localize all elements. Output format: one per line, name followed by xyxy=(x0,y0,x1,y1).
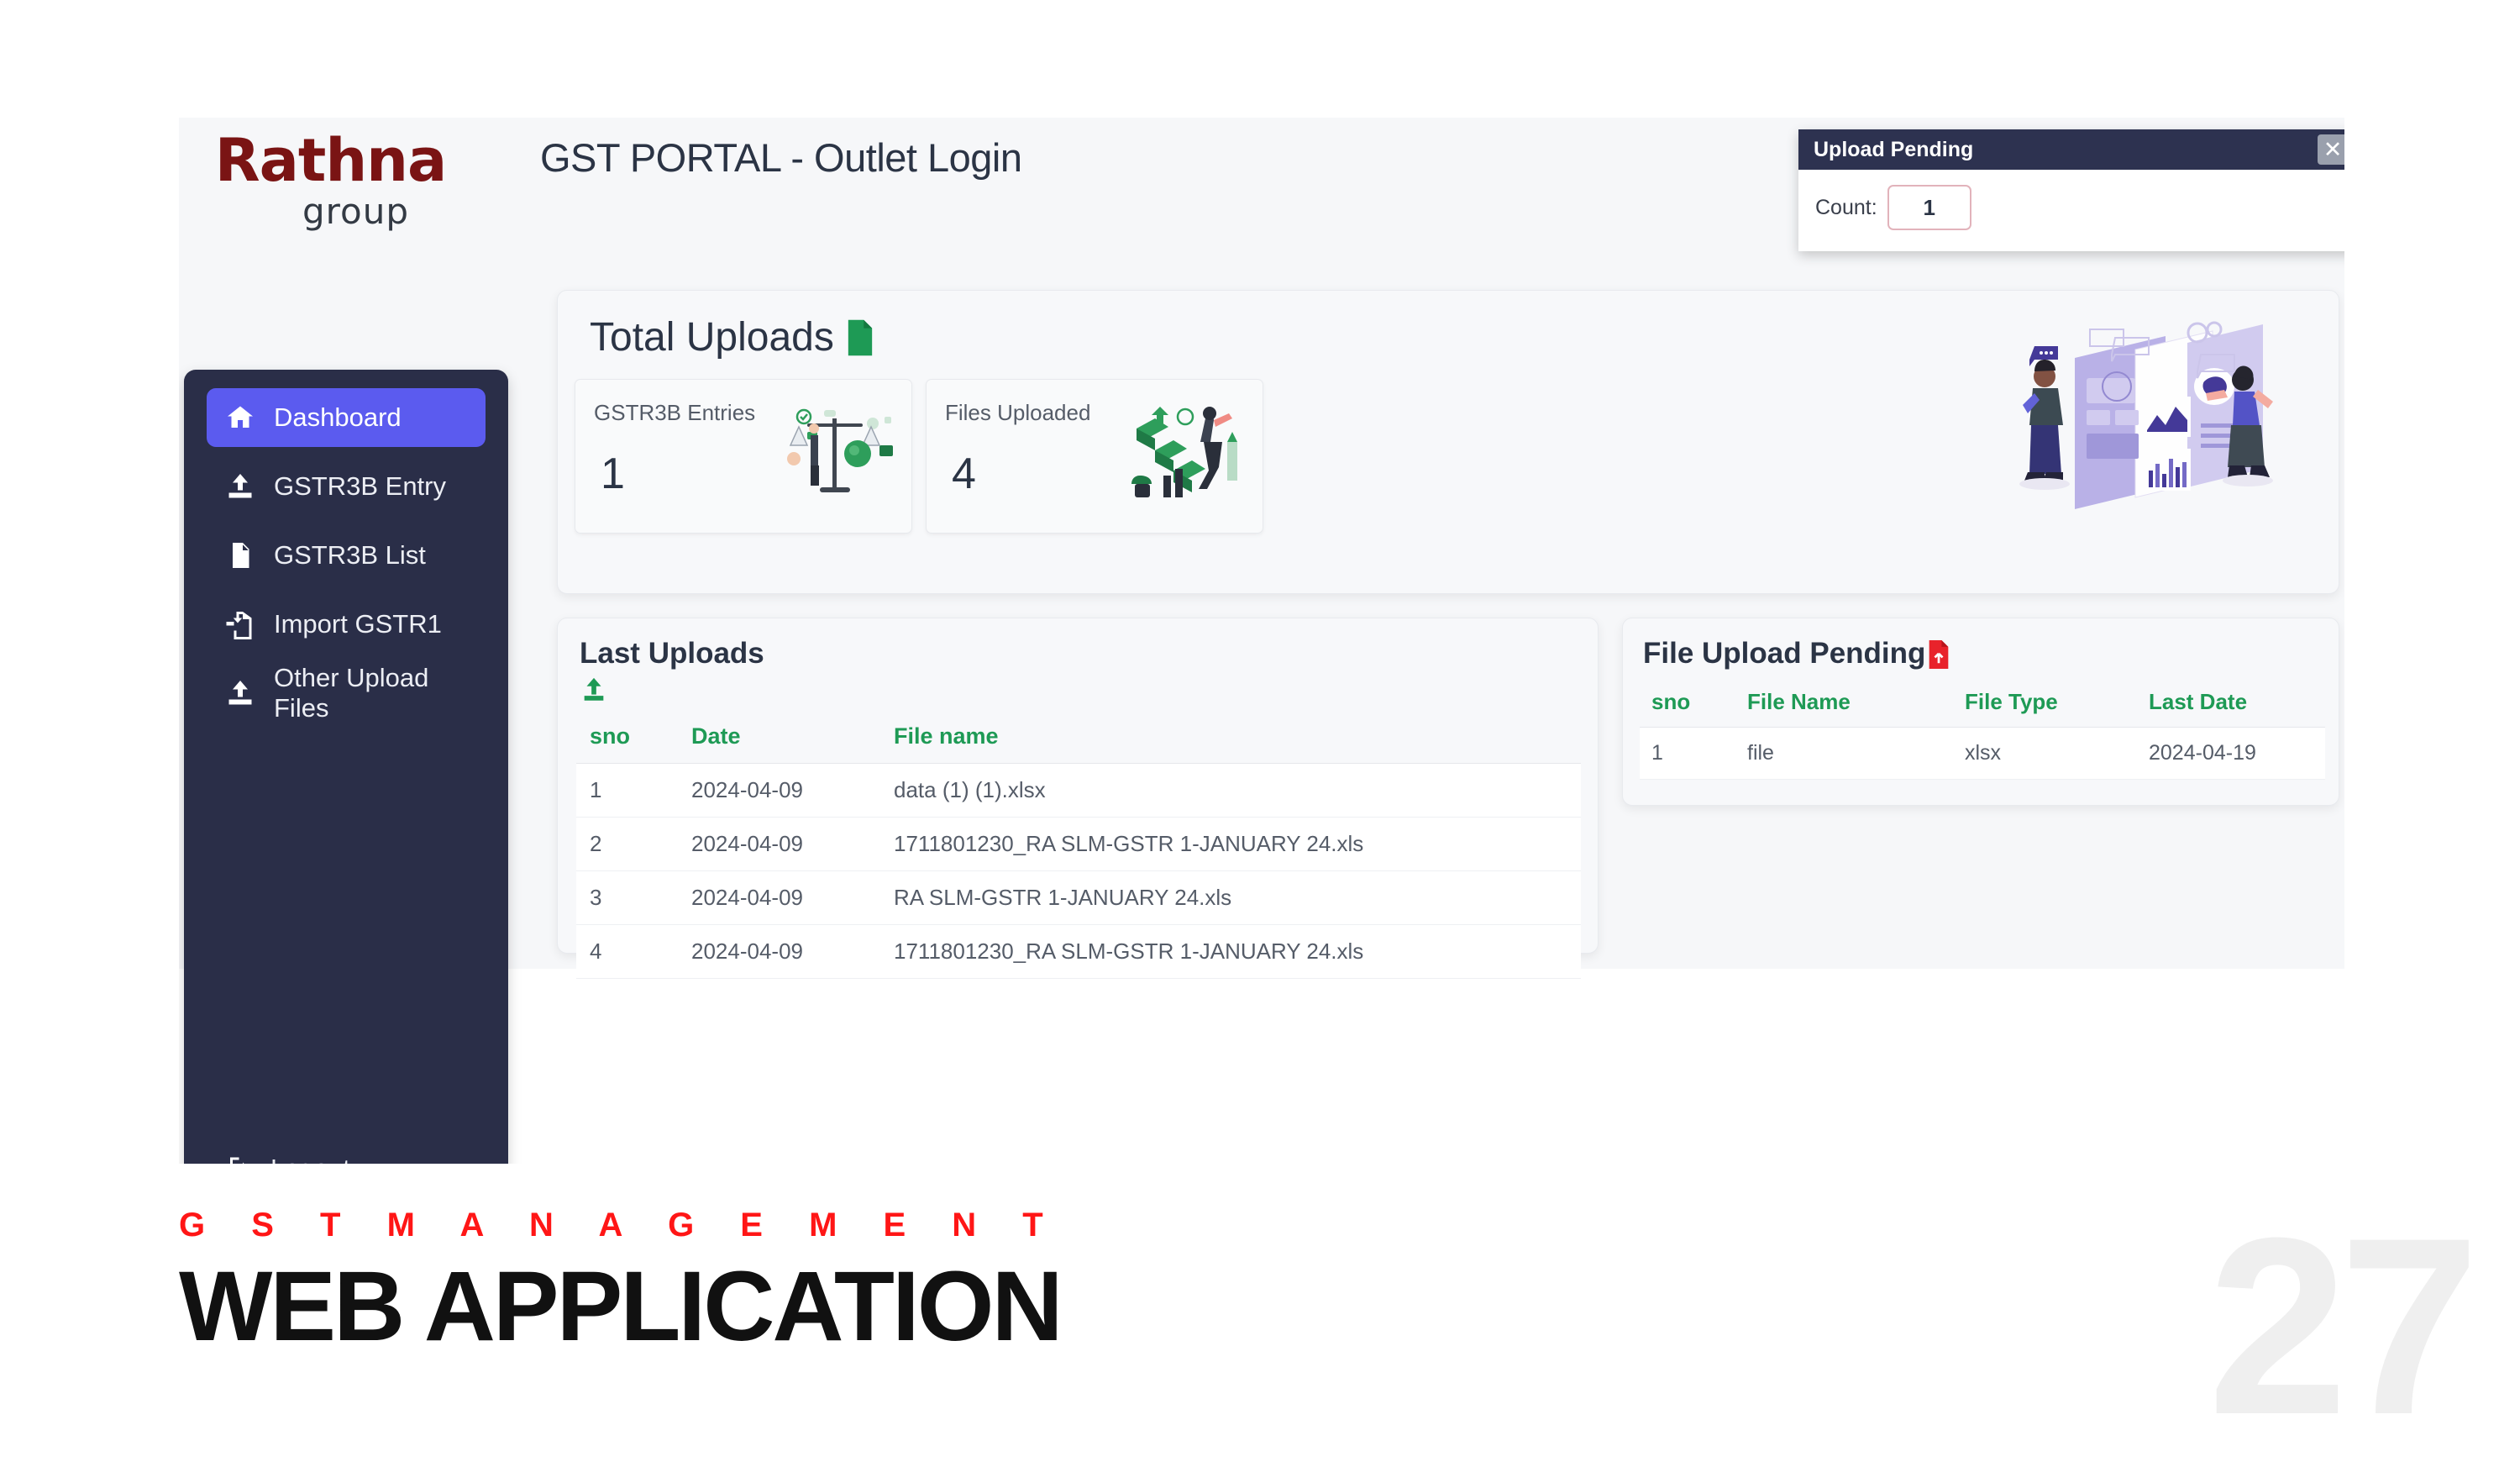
dialog-body: Count: 1 xyxy=(1798,170,2344,230)
slide-page-number: 27 xyxy=(2208,1200,2471,1452)
column-header-file-type: File Type xyxy=(1953,682,2137,728)
count-label: Count: xyxy=(1815,196,1877,220)
sidebar-item-label: GSTR3B Entry xyxy=(274,471,446,502)
total-uploads-card: Total Uploads GSTR3B Entries 1 xyxy=(557,290,2339,594)
cell-file-type: xlsx xyxy=(1953,728,2137,780)
table-row[interactable]: 1 file xlsx 2024-04-19 xyxy=(1640,728,2325,780)
logo-wordmark: Rathna xyxy=(186,133,475,189)
last-uploads-card: Last Uploads sno Date File name 1 2024-0… xyxy=(557,618,1599,954)
logout-button[interactable]: Logout xyxy=(207,1154,350,1164)
sidebar-item-label: Import GSTR1 xyxy=(274,609,442,639)
cell-date: 2024-04-09 xyxy=(678,818,880,871)
sidebar-item-label: Other Upload Files xyxy=(274,663,486,723)
column-header-file-name: File Name xyxy=(1735,682,1953,728)
upload-icon xyxy=(225,471,255,502)
slide-headline: WEB APPLICATION xyxy=(179,1255,1061,1359)
table-row[interactable]: 2 2024-04-09 1711801230_RA SLM-GSTR 1-JA… xyxy=(576,818,1581,871)
close-icon[interactable]: ✕ xyxy=(2318,134,2344,165)
table-header-row: sno File Name File Type Last Date xyxy=(1640,682,2325,728)
sidebar-item-label: Dashboard xyxy=(274,402,402,433)
last-uploads-title: Last Uploads xyxy=(580,637,764,670)
last-uploads-table: sno Date File name 1 2024-04-09 data (1)… xyxy=(576,715,1581,979)
total-uploads-title: Total Uploads xyxy=(590,314,834,360)
cell-sno: 1 xyxy=(1640,728,1735,780)
cell-file-name: data (1) (1).xlsx xyxy=(880,764,1581,818)
cell-sno: 1 xyxy=(576,764,678,818)
page-title: GST PORTAL - Outlet Login xyxy=(540,134,1022,181)
table-row[interactable]: 1 2024-04-09 data (1) (1).xlsx xyxy=(576,764,1581,818)
sidebar-item-dashboard[interactable]: Dashboard xyxy=(207,388,486,447)
cell-date: 2024-04-09 xyxy=(678,925,880,979)
cell-date: 2024-04-09 xyxy=(678,871,880,925)
table-header-row: sno Date File name xyxy=(576,715,1581,764)
cell-file-name: 1711801230_RA SLM-GSTR 1-JANUARY 24.xls xyxy=(880,818,1581,871)
green-document-icon xyxy=(846,319,874,356)
file-upload-pending-title-row: File Upload Pending xyxy=(1643,637,1950,670)
file-icon xyxy=(225,540,255,570)
brand-logo: Rathna group xyxy=(186,133,475,232)
balance-scale-illustration xyxy=(774,398,900,507)
table-row[interactable]: 3 2024-04-09 RA SLM-GSTR 1-JANUARY 24.xl… xyxy=(576,871,1581,925)
total-uploads-title-row: Total Uploads xyxy=(590,314,874,360)
stat-value: 4 xyxy=(952,449,976,499)
green-upload-icon xyxy=(580,676,608,704)
file-import-icon xyxy=(225,609,255,639)
cell-sno: 3 xyxy=(576,871,678,925)
dashboard-analytics-illustration xyxy=(2009,306,2286,533)
logout-label: Logout xyxy=(270,1154,350,1164)
table-row[interactable]: 4 2024-04-09 1711801230_RA SLM-GSTR 1-JA… xyxy=(576,925,1581,979)
upload-pending-dialog: Upload Pending ✕ Count: 1 xyxy=(1798,129,2344,251)
cell-file-name: 1711801230_RA SLM-GSTR 1-JANUARY 24.xls xyxy=(880,925,1581,979)
column-header-date: Date xyxy=(678,715,880,764)
sidebar-item-other-upload-files[interactable]: Other Upload Files xyxy=(207,664,486,723)
stat-card-gstr3b-entries: GSTR3B Entries 1 xyxy=(575,379,912,534)
cell-sno: 4 xyxy=(576,925,678,979)
slide-kicker: G S T M A N A G E M E N T xyxy=(179,1207,1062,1244)
logout-icon xyxy=(225,1154,255,1164)
column-header-sno: sno xyxy=(1640,682,1735,728)
cell-file-name: RA SLM-GSTR 1-JANUARY 24.xls xyxy=(880,871,1581,925)
file-upload-pending-table: sno File Name File Type Last Date 1 file… xyxy=(1640,682,2325,780)
upload-icon xyxy=(225,678,255,708)
column-header-file-name: File name xyxy=(880,715,1581,764)
sidebar-item-import-gstr1[interactable]: Import GSTR1 xyxy=(207,595,486,654)
sidebar-item-label: GSTR3B List xyxy=(274,540,426,570)
cell-last-date: 2024-04-19 xyxy=(2137,728,2325,780)
column-header-sno: sno xyxy=(576,715,678,764)
column-header-last-date: Last Date xyxy=(2137,682,2325,728)
cell-date: 2024-04-09 xyxy=(678,764,880,818)
count-input[interactable]: 1 xyxy=(1887,185,1971,230)
red-file-upload-icon xyxy=(1927,640,1950,669)
sidebar-item-gstr3b-entry[interactable]: GSTR3B Entry xyxy=(207,457,486,516)
logo-subtext: group xyxy=(236,191,475,232)
file-upload-pending-card: File Upload Pending sno File Name File T… xyxy=(1622,618,2339,806)
stat-card-files-uploaded: Files Uploaded 4 xyxy=(926,379,1263,534)
stat-label: Files Uploaded xyxy=(945,400,1090,426)
sidebar-item-gstr3b-list[interactable]: GSTR3B List xyxy=(207,526,486,585)
stat-label: GSTR3B Entries xyxy=(594,400,755,426)
app-screenshot: Rathna group GST PORTAL - Outlet Login U… xyxy=(179,118,2344,1164)
dialog-header: Upload Pending ✕ xyxy=(1798,129,2344,170)
sidebar: Dashboard GSTR3B Entry GSTR3B List Impor… xyxy=(184,370,508,1164)
dialog-title: Upload Pending xyxy=(1814,138,1973,162)
cell-sno: 2 xyxy=(576,818,678,871)
cell-file-name: file xyxy=(1735,728,1953,780)
growth-stairs-illustration xyxy=(1125,398,1251,507)
stat-value: 1 xyxy=(601,449,625,499)
file-upload-pending-title: File Upload Pending xyxy=(1643,637,1925,670)
home-icon xyxy=(225,402,255,433)
